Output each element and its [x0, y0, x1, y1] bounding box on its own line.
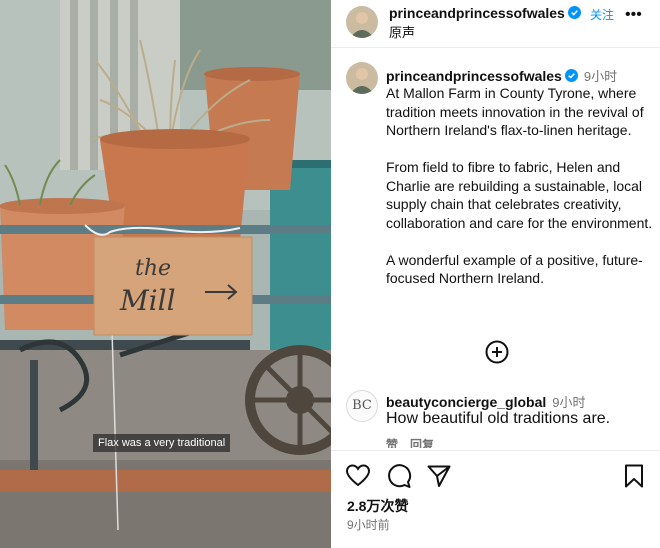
sign-text-the: the: [135, 256, 171, 281]
post-username[interactable]: princeandprincessofwales: [386, 68, 562, 84]
video-player[interactable]: the Mill Flax was a very traditional: [0, 0, 331, 548]
bookmark-icon[interactable]: [621, 463, 647, 489]
comment-time[interactable]: 9小时: [552, 395, 585, 410]
post-header: princeandprincessofwales 关注 ••• 原声: [331, 0, 660, 48]
comment-username[interactable]: beautyconcierge_global: [386, 394, 546, 410]
more-options-icon[interactable]: •••: [625, 6, 642, 24]
like-count[interactable]: 2.8万次赞: [347, 496, 408, 516]
post-panel: princeandprincessofwales 关注 ••• 原声 princ…: [331, 0, 660, 548]
audio-label[interactable]: 原声: [389, 22, 415, 41]
comment-avatar[interactable]: BC: [346, 390, 378, 422]
video-caption: Flax was a very traditional: [93, 434, 231, 452]
comment-author: beautyconcierge_global 9小时: [386, 392, 586, 411]
post-time[interactable]: 9小时: [584, 69, 617, 84]
caption-paragraph: From field to fibre to fabric, Helen and…: [386, 159, 653, 231]
comment-actions: 赞 回复: [386, 436, 446, 448]
mill-sign: the Mill: [93, 236, 253, 336]
post-timestamp[interactable]: 9小时前: [347, 516, 390, 533]
follow-button[interactable]: 关注: [590, 6, 614, 23]
verified-badge-icon: [567, 6, 581, 19]
share-icon[interactable]: [426, 463, 452, 489]
header-username-text[interactable]: princeandprincessofwales: [389, 5, 565, 21]
post-author-avatar[interactable]: [346, 62, 378, 94]
comment-text: How beautiful old traditions are.: [386, 410, 611, 427]
verified-badge-icon: [564, 69, 578, 82]
comment-like-button[interactable]: 赞: [386, 438, 398, 448]
caption-paragraph: A wonderful example of a positive, futur…: [386, 251, 643, 287]
comment-icon[interactable]: [386, 463, 412, 489]
heart-icon[interactable]: [345, 463, 371, 489]
avatar[interactable]: [346, 6, 378, 38]
post-author: princeandprincessofwales 9小时: [386, 66, 617, 85]
comment-reply-button[interactable]: 回复: [410, 438, 434, 448]
header-username[interactable]: princeandprincessofwales: [389, 5, 581, 21]
post-actions-bar: 2.8万次赞 9小时前: [331, 450, 660, 548]
profile-photo-icon: [346, 62, 378, 94]
video-frame: the Mill: [0, 0, 331, 548]
sign-text-mill: Mill: [119, 284, 176, 317]
caption-paragraph: At Mallon Farm in County Tyrone, where t…: [386, 85, 644, 138]
profile-photo-icon: [346, 6, 378, 38]
load-more-comments-icon[interactable]: [485, 340, 509, 364]
post-caption: At Mallon Farm in County Tyrone, where t…: [386, 84, 656, 306]
